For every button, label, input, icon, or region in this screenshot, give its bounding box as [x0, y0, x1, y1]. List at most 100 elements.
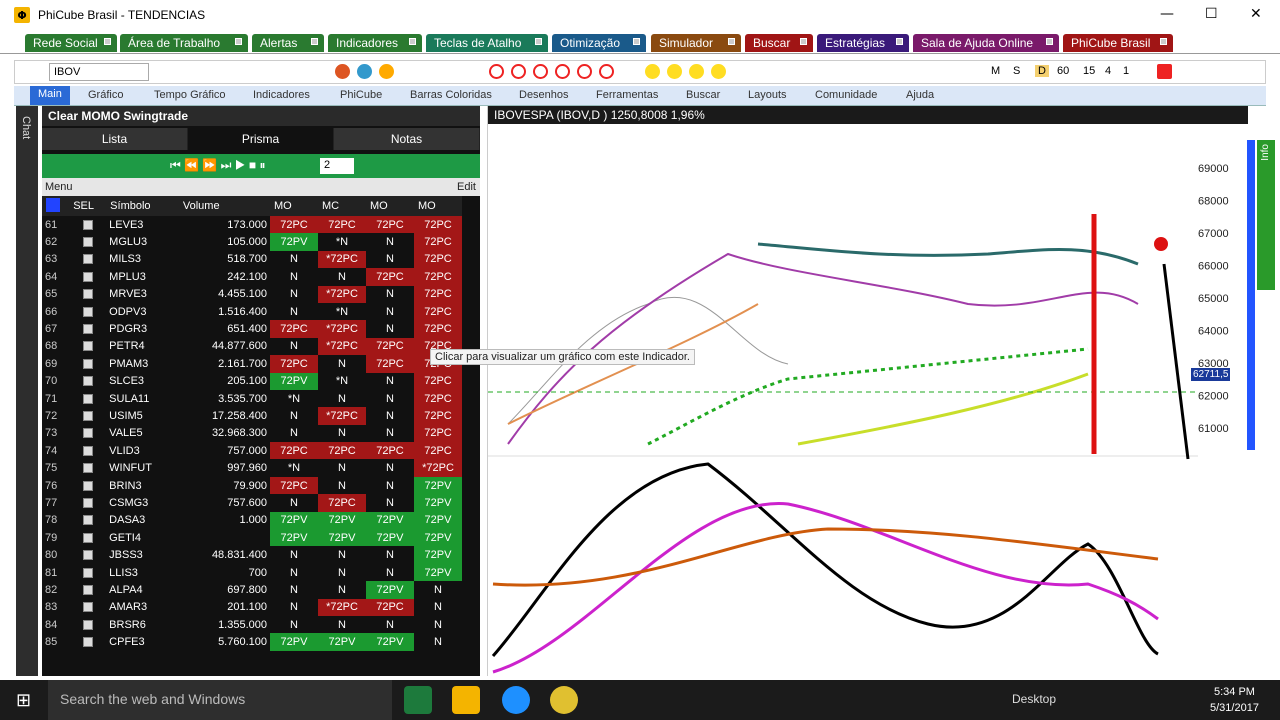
table-row[interactable]: 83 AMAR3 201.100 N *72PC 72PC N — [42, 598, 462, 616]
table-row[interactable]: 82 ALPA4 697.800 N N 72PV N — [42, 581, 462, 599]
select-cell[interactable] — [69, 633, 106, 650]
select-cell[interactable] — [69, 459, 106, 476]
symbol-cell[interactable]: MPLU3 — [106, 268, 179, 285]
table-row[interactable]: 65 MRVE3 4.455.100 N *72PC N 72PC — [42, 285, 462, 303]
row-checkbox[interactable] — [82, 271, 93, 282]
ribbon-tab-8[interactable]: Buscar — [686, 89, 720, 101]
menu-tab-8[interactable]: Estratégias — [817, 34, 909, 52]
select-cell[interactable] — [69, 216, 106, 233]
row-checkbox[interactable] — [82, 463, 93, 474]
row-checkbox[interactable] — [82, 602, 93, 613]
symbol-cell[interactable]: MRVE3 — [106, 286, 179, 303]
select-cell[interactable] — [69, 512, 106, 529]
period-S[interactable]: S — [1013, 65, 1020, 77]
select-cell[interactable] — [69, 564, 106, 581]
ribbon-tab-6[interactable]: Desenhos — [519, 89, 569, 101]
minimize-icon[interactable]: — — [1160, 6, 1174, 22]
symbol-cell[interactable]: MILS3 — [106, 251, 179, 268]
row-checkbox[interactable] — [82, 254, 93, 265]
column-header-6[interactable]: MO — [414, 196, 462, 216]
column-header-5[interactable]: MO — [366, 196, 414, 216]
symbol-cell[interactable]: SLCE3 — [106, 373, 179, 390]
select-cell[interactable] — [69, 529, 106, 546]
symbol-cell[interactable]: BRIN3 — [106, 477, 179, 494]
right-tabs[interactable]: Info — [1257, 140, 1275, 290]
symbol-cell[interactable]: ALPA4 — [106, 581, 179, 598]
menu-tab-3[interactable]: Indicadores — [328, 34, 422, 52]
ribbon-tab-0[interactable]: Main — [30, 86, 70, 105]
symbol-cell[interactable]: CPFE3 — [106, 633, 179, 650]
ribbon-tab-4[interactable]: PhiCube — [340, 89, 382, 101]
select-cell[interactable] — [69, 233, 106, 250]
ribbon-tab-1[interactable]: Gráfico — [88, 89, 123, 101]
row-checkbox[interactable] — [82, 324, 93, 335]
table-row[interactable]: 84 BRSR6 1.355.000 N N N N — [42, 615, 462, 634]
symbol-cell[interactable]: BRSR6 — [106, 616, 179, 633]
symbol-cell[interactable]: VALE5 — [106, 425, 179, 442]
ribbon-tab-10[interactable]: Comunidade — [815, 89, 877, 101]
speed-stepper[interactable]: 2 — [320, 158, 354, 174]
select-cell[interactable] — [69, 373, 106, 390]
table-row[interactable]: 81 LLIS3 700 N N N 72PV — [42, 563, 462, 582]
phicube-app-icon[interactable] — [452, 686, 480, 714]
select-all-icon[interactable] — [42, 196, 70, 216]
row-checkbox[interactable] — [82, 341, 93, 352]
menu-tab-6[interactable]: Simulador — [651, 34, 741, 52]
symbol-cell[interactable]: GETI4 — [106, 529, 179, 546]
menu-tab-4[interactable]: Teclas de Atalho — [426, 34, 548, 52]
menu-tab-0[interactable]: Rede Social — [25, 34, 117, 52]
row-checkbox[interactable] — [82, 515, 93, 526]
symbol-cell[interactable]: DASA3 — [106, 512, 179, 529]
menu-tab-7[interactable]: Buscar — [745, 34, 813, 52]
select-cell[interactable] — [69, 303, 106, 320]
select-cell[interactable] — [69, 320, 106, 337]
table-row[interactable]: 77 CSMG3 757.600 N 72PC N 72PV — [42, 494, 462, 512]
table-row[interactable]: 80 JBSS3 48.831.400 N N N 72PV — [42, 546, 462, 564]
excel-icon[interactable] — [404, 686, 432, 714]
table-row[interactable]: 74 VLID3 757.000 72PC 72PC 72PC 72PC — [42, 442, 462, 460]
table-row[interactable]: 68 PETR4 44.877.600 N *72PC 72PC 72PC — [42, 337, 462, 356]
select-cell[interactable] — [69, 581, 106, 598]
row-checkbox[interactable] — [82, 219, 93, 230]
symbol-cell[interactable]: JBSS3 — [106, 546, 179, 563]
subtab-lista[interactable]: Lista — [42, 128, 188, 150]
table-row[interactable]: 79 GETI4 72PV 72PV 72PV 72PV — [42, 529, 462, 547]
subtab-prisma[interactable]: Prisma — [188, 128, 334, 150]
symbol-cell[interactable]: CSMG3 — [106, 494, 179, 511]
row-checkbox[interactable] — [82, 376, 93, 387]
select-cell[interactable] — [69, 546, 106, 563]
row-checkbox[interactable] — [82, 410, 93, 421]
edit-label[interactable]: Edit — [457, 181, 476, 193]
row-checkbox[interactable] — [82, 619, 93, 630]
ribbon-tab-9[interactable]: Layouts — [748, 89, 787, 101]
windows-start-icon[interactable]: ⊞ — [16, 690, 31, 711]
row-checkbox[interactable] — [82, 237, 93, 248]
column-header-4[interactable]: MC — [318, 196, 366, 216]
select-cell[interactable] — [69, 355, 106, 372]
select-cell[interactable] — [69, 407, 106, 424]
ribbon-tab-11[interactable]: Ajuda — [906, 89, 934, 101]
select-cell[interactable] — [69, 477, 106, 494]
price-chart[interactable]: IBOVESPA (IBOV,D ) 1250,8008 1,96% 69000… — [487, 106, 1248, 676]
chrome-icon[interactable] — [550, 686, 578, 714]
symbol-cell[interactable]: LEVE3 — [106, 216, 179, 233]
row-checkbox[interactable] — [82, 584, 93, 595]
select-cell[interactable] — [69, 390, 106, 407]
select-cell[interactable] — [69, 425, 106, 442]
row-checkbox[interactable] — [82, 480, 93, 491]
table-row[interactable]: 76 BRIN3 79.900 72PC N N 72PV — [42, 476, 462, 495]
table-row[interactable]: 75 WINFUT 997.960 *N N N *72PC — [42, 459, 462, 477]
chat-sidebar[interactable]: Chat — [16, 106, 38, 676]
select-cell[interactable] — [69, 616, 106, 633]
period-1[interactable]: 1 — [1123, 65, 1129, 77]
maximize-icon[interactable]: ☐ — [1205, 6, 1218, 22]
symbol-cell[interactable]: PDGR3 — [106, 320, 179, 337]
row-checkbox[interactable] — [82, 532, 93, 543]
table-row[interactable]: 78 DASA3 1.000 72PV 72PV 72PV 72PV — [42, 511, 462, 530]
ribbon-tab-7[interactable]: Ferramentas — [596, 89, 658, 101]
period-15[interactable]: 15 — [1083, 65, 1095, 77]
ribbon-tab-5[interactable]: Barras Coloridas — [410, 89, 492, 101]
chart-canvas[interactable]: 6900068000670006600065000640006300062000… — [488, 124, 1248, 676]
symbol-cell[interactable]: LLIS3 — [106, 564, 179, 581]
column-header-2[interactable]: Volume — [178, 196, 270, 216]
